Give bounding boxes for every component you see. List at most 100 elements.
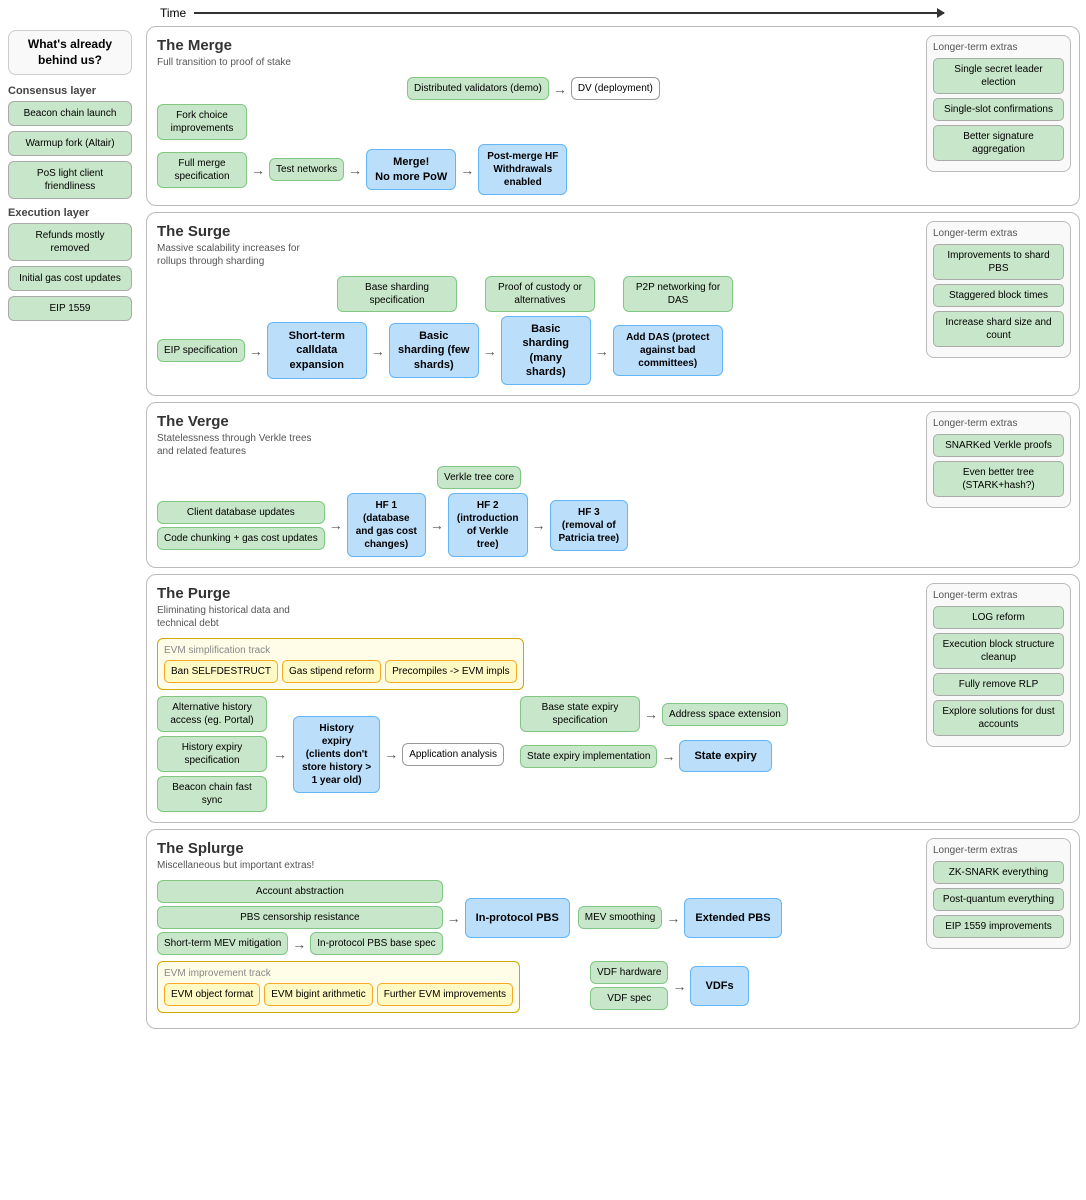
purge-extras-title: Longer-term extras <box>933 590 1064 601</box>
merge-spec-box: Full merge specification <box>157 152 247 188</box>
purge-extras-panel: Longer-term extras LOG reform Execution … <box>926 583 1071 747</box>
arrow-sp1 <box>292 936 306 952</box>
state-impl-box: State expiry implementation <box>520 745 657 768</box>
merge-extras-panel: Longer-term extras Single secret leader … <box>926 35 1071 172</box>
splurge-evm-title: EVM improvement track <box>164 968 513 979</box>
extended-pbs-box: Extended PBS <box>684 898 781 938</box>
splurge-extra-0: ZK-SNARK everything <box>933 861 1064 884</box>
base-sharding-spec-box: Base sharding specification <box>337 276 457 312</box>
merge-extra-2: Better signature aggregation <box>933 125 1064 161</box>
arrow-p3 <box>644 706 658 722</box>
merge-section: The Merge Full transition to proof of st… <box>146 26 1080 206</box>
arrow-p2 <box>384 746 398 762</box>
arrow-p4 <box>661 748 675 764</box>
arrow-dv <box>553 81 567 97</box>
verge-extra-0: SNARKed Verkle proofs <box>933 434 1064 457</box>
history-spec-box: History expiry specification <box>157 736 267 772</box>
verge-subtitle: Statelessness through Verkle trees and r… <box>157 432 327 458</box>
merge-now-box: Merge! No more PoW <box>366 149 456 190</box>
merge-extra-1: Single-slot confirmations <box>933 98 1064 121</box>
splurge-section: The Splurge Miscellaneous but important … <box>146 829 1080 1029</box>
content-area: The Merge Full transition to proof of st… <box>140 22 1086 1033</box>
sidebar-beacon-chain: Beacon chain launch <box>8 101 132 126</box>
client-db-box: Client database updates <box>157 501 325 524</box>
short-calldata-box: Short-term calldata expansion <box>267 322 367 379</box>
short-mev-box: Short-term MEV mitigation <box>157 932 288 955</box>
base-state-box: Base state expiry specification <box>520 696 640 732</box>
splurge-extra-2: EIP 1559 improvements <box>933 915 1064 938</box>
post-merge-box: Post-merge HF Withdrawals enabled <box>478 144 567 195</box>
account-abstraction-box: Account abstraction <box>157 880 443 903</box>
merge-subtitle: Full transition to proof of stake <box>157 56 327 69</box>
purge-evm-title: EVM simplification track <box>164 645 517 656</box>
arrow-vdf <box>672 978 686 994</box>
splurge-extra-1: Post-quantum everything <box>933 888 1064 911</box>
merge-extra-0: Single secret leader election <box>933 58 1064 94</box>
code-chunking-box: Code chunking + gas cost updates <box>157 527 325 550</box>
pbs-censorship-box: PBS censorship resistance <box>157 906 443 929</box>
arrow-sp3 <box>666 910 680 926</box>
arrow-v2 <box>430 517 444 533</box>
arrow-s3 <box>483 343 497 359</box>
splurge-evm-2: Further EVM improvements <box>377 983 513 1006</box>
history-expiry-box: History expiry (clients don't store hist… <box>293 716 380 793</box>
vdf-spec-box: VDF spec <box>590 987 668 1010</box>
hf3-box: HF 3 (removal of Patricia tree) <box>550 500 629 551</box>
purge-subtitle: Eliminating historical data and technica… <box>157 604 327 630</box>
purge-extra-3: Explore solutions for dust accounts <box>933 700 1064 736</box>
basic-sharding-few-box: Basic sharding (few shards) <box>389 323 479 378</box>
state-expiry-box: State expiry <box>679 740 771 772</box>
mev-smoothing-box: MEV smoothing <box>578 906 663 929</box>
basic-sharding-many-box: Basic sharding (many shards) <box>501 316 591 385</box>
hf2-box: HF 2 (introduction of Verkle tree) <box>448 493 528 557</box>
arrow-m3 <box>460 162 474 178</box>
sidebar-eip1559: EIP 1559 <box>8 296 132 321</box>
purge-extra-1: Execution block structure cleanup <box>933 633 1064 669</box>
dv-deploy-box: DV (deployment) <box>571 77 660 100</box>
surge-section: The Surge Massive scalability increases … <box>146 212 1080 396</box>
execution-layer-label: Execution layer <box>8 207 132 219</box>
alt-history-box: Alternative history access (eg. Portal) <box>157 696 267 732</box>
splurge-extras-title: Longer-term extras <box>933 845 1064 856</box>
sidebar: What's already behind us? Consensus laye… <box>0 22 140 1033</box>
surge-extra-0: Improvements to shard PBS <box>933 244 1064 280</box>
time-label: Time <box>160 6 186 20</box>
eip-spec-box: EIP specification <box>157 339 245 362</box>
sidebar-warmup-fork: Warmup fork (Altair) <box>8 131 132 156</box>
purge-evm-2: Precompiles -> EVM impls <box>385 660 517 683</box>
merge-extras-title: Longer-term extras <box>933 42 1064 53</box>
verge-extras-title: Longer-term extras <box>933 418 1064 429</box>
verkle-core-box: Verkle tree core <box>437 466 521 489</box>
sidebar-title: What's already behind us? <box>8 30 132 75</box>
beacon-sync-box: Beacon chain fast sync <box>157 776 267 812</box>
surge-extra-2: Increase shard size and count <box>933 311 1064 347</box>
proof-custody-box: Proof of custody or alternatives <box>485 276 595 312</box>
purge-extra-0: LOG reform <box>933 606 1064 629</box>
dist-validators-box: Distributed validators (demo) <box>407 77 549 100</box>
vdf-hardware-box: VDF hardware <box>590 961 668 984</box>
arrow-v3 <box>532 517 546 533</box>
arrow-m2 <box>348 162 362 178</box>
arrow-s1 <box>249 343 263 359</box>
splurge-subtitle: Miscellaneous but important extras! <box>157 859 327 872</box>
in-protocol-pbs-spec-box: In-protocol PBS base spec <box>310 932 442 955</box>
splurge-extras-panel: Longer-term extras ZK-SNARK everything P… <box>926 838 1071 949</box>
app-analysis-box: Application analysis <box>402 743 504 766</box>
test-networks-box: Test networks <box>269 158 344 181</box>
sidebar-gas-cost: Initial gas cost updates <box>8 266 132 291</box>
hf1-box: HF 1 (database and gas cost changes) <box>347 493 426 557</box>
purge-evm-0: Ban SELFDESTRUCT <box>164 660 278 683</box>
surge-extra-1: Staggered block times <box>933 284 1064 307</box>
verge-extra-1: Even better tree (STARK+hash?) <box>933 461 1064 497</box>
verge-extras-panel: Longer-term extras SNARKed Verkle proofs… <box>926 411 1071 508</box>
splurge-evm-1: EVM bigint arithmetic <box>264 983 372 1006</box>
fork-choice-box: Fork choice improvements <box>157 104 247 140</box>
surge-extras-panel: Longer-term extras Improvements to shard… <box>926 221 1071 358</box>
arrow-v1 <box>329 517 343 533</box>
verge-section: The Verge Statelessness through Verkle t… <box>146 402 1080 568</box>
vdfs-box: VDFs <box>690 966 748 1006</box>
arrow-p1 <box>273 746 287 762</box>
splurge-evm-0: EVM object format <box>164 983 260 1006</box>
add-das-box: Add DAS (protect against bad committees) <box>613 325 723 376</box>
in-protocol-pbs-box: In-protocol PBS <box>465 898 570 938</box>
